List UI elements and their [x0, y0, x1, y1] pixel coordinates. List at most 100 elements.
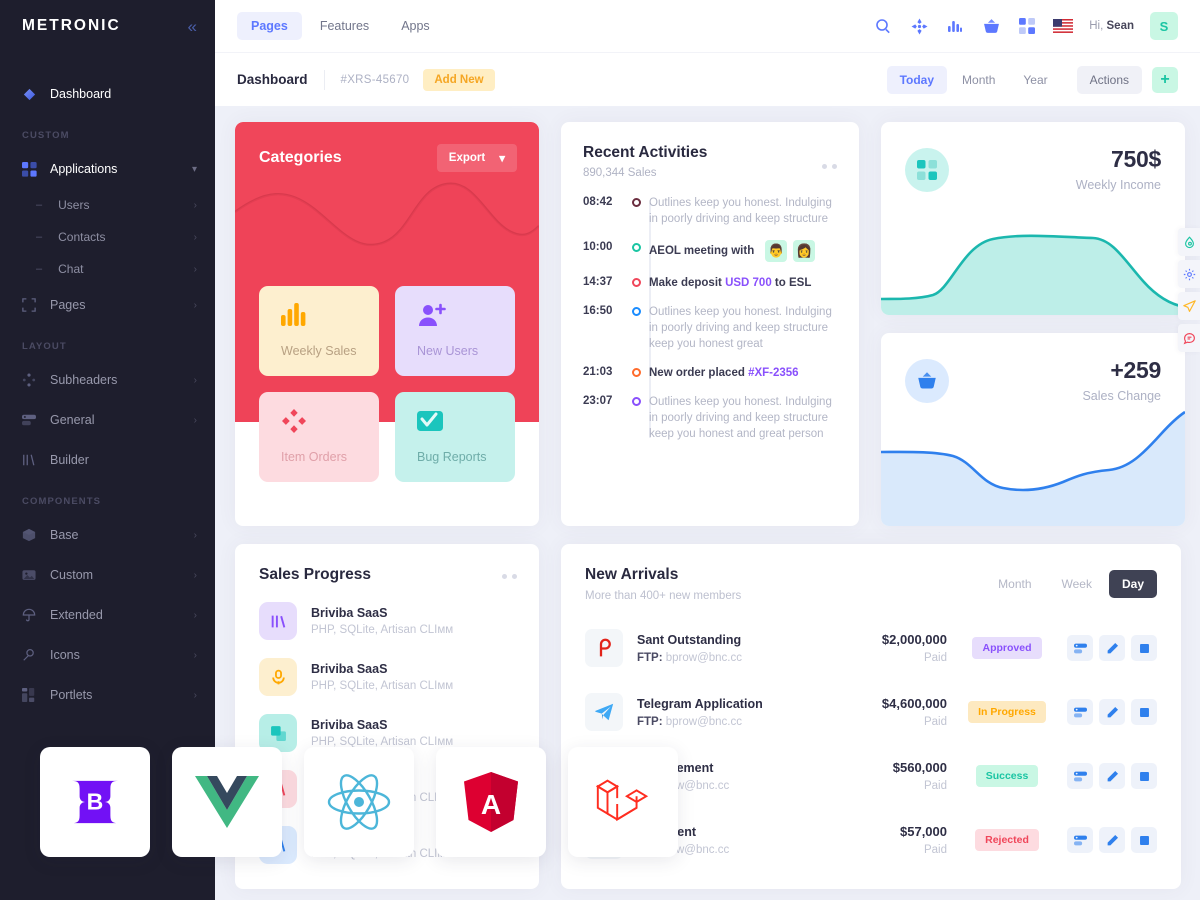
- server-icon: [22, 412, 44, 428]
- edit-icon[interactable]: [1099, 763, 1125, 789]
- tab-month[interactable]: Month: [985, 570, 1044, 598]
- table-cell-actions: [1067, 699, 1157, 725]
- quick-tools-rail: [1178, 228, 1200, 352]
- sidebar-item-applications[interactable]: Applications ▾: [0, 149, 215, 189]
- app-root: METRONIC « Dashboard CUSTOM Applications…: [0, 0, 1200, 900]
- chevron-double-left-icon[interactable]: «: [188, 18, 197, 35]
- sidebar-item-pages[interactable]: Pages ›: [0, 285, 215, 325]
- sidebar-item-icons[interactable]: Icons ›: [0, 635, 215, 675]
- tab-day[interactable]: Day: [1108, 570, 1157, 598]
- list-item[interactable]: Briviba SaaS PHP, SQLite, Artisan CLIмм: [259, 602, 517, 640]
- sidebar-item-contacts[interactable]: – Contacts ›: [0, 221, 215, 253]
- dots-icon[interactable]: [822, 164, 837, 169]
- sidebar-item-label: Icons: [50, 648, 80, 662]
- delete-icon[interactable]: [1131, 763, 1157, 789]
- gear-icon[interactable]: [1178, 260, 1200, 288]
- tab-apps[interactable]: Apps: [387, 12, 444, 40]
- timeline-item: 14:37 Make deposit USD 700 to ESL: [583, 275, 839, 291]
- angular-logo[interactable]: A: [436, 747, 546, 857]
- dash-icon: –: [36, 263, 43, 275]
- tab-week[interactable]: Week: [1049, 570, 1105, 598]
- timeline-bullet: [623, 240, 649, 262]
- row-name: Telegram Application: [637, 696, 763, 711]
- settings-icon[interactable]: [1067, 635, 1093, 661]
- edit-icon[interactable]: [1099, 827, 1125, 853]
- bootstrap-logo[interactable]: B: [40, 747, 150, 857]
- list-item-name: Briviba SaaS: [311, 606, 388, 620]
- timeline-avatars: 👨 👩: [765, 240, 816, 262]
- actions-button[interactable]: Actions: [1076, 65, 1142, 94]
- list-item-text: Briviba SaaS PHP, SQLite, Artisan CLIмм: [297, 718, 453, 748]
- delete-icon[interactable]: [1131, 635, 1157, 661]
- row-email: bprow@bnc.cc: [665, 715, 742, 728]
- range-today-button[interactable]: Today: [886, 65, 948, 94]
- react-logo[interactable]: [304, 747, 414, 857]
- sidebar-item-base[interactable]: Base ›: [0, 515, 215, 555]
- timeline-time: 14:37: [583, 276, 613, 288]
- sidebar-item-custom[interactable]: Custom ›: [0, 555, 215, 595]
- sidebar-item-dashboard[interactable]: Dashboard: [0, 74, 215, 114]
- settings-icon[interactable]: [1067, 827, 1093, 853]
- avatar[interactable]: S: [1150, 12, 1178, 40]
- us-flag-icon[interactable]: [1053, 16, 1074, 36]
- tile-weekly-sales[interactable]: Weekly Sales: [259, 286, 379, 376]
- range-month-button[interactable]: Month: [949, 66, 1008, 94]
- sidebar-item-general[interactable]: General ›: [0, 400, 215, 440]
- search-icon[interactable]: [873, 16, 893, 36]
- settings-icon[interactable]: [1067, 763, 1093, 789]
- ftp-label: FTP:: [637, 651, 663, 664]
- weekly-income-card: 750$ Weekly Income: [881, 122, 1185, 315]
- table-row[interactable]: Telegram Application FTP: bprow@bnc.cc $…: [585, 680, 1157, 744]
- tile-item-orders[interactable]: Item Orders: [259, 392, 379, 482]
- basket-icon[interactable]: [981, 16, 1001, 36]
- range-year-button[interactable]: Year: [1010, 66, 1060, 94]
- timeline-time: 16:50: [583, 305, 613, 317]
- sales-progress-title: Sales Progress: [259, 566, 372, 583]
- categories-title: Categories: [259, 149, 342, 166]
- list-item[interactable]: Briviba SaaS PHP, SQLite, Artisan CLIмм: [259, 658, 517, 696]
- tile-label: Item Orders: [281, 450, 347, 464]
- chevron-right-icon: ›: [193, 231, 197, 243]
- table-row[interactable]: Sant Outstanding FTP: bprow@bnc.cc $2,00…: [585, 616, 1157, 680]
- sidebar-item-portlets[interactable]: Portlets ›: [0, 675, 215, 715]
- tile-label: Bug Reports: [417, 450, 487, 464]
- sidebar-item-users[interactable]: – Users ›: [0, 189, 215, 221]
- delete-icon[interactable]: [1131, 827, 1157, 853]
- list-item-name: Briviba SaaS: [311, 662, 388, 676]
- droplet-icon[interactable]: [1178, 228, 1200, 256]
- sidebar-item-builder[interactable]: Builder: [0, 440, 215, 480]
- sidebar-item-extended[interactable]: Extended ›: [0, 595, 215, 635]
- timeline-bullet: [623, 304, 649, 352]
- tab-pages[interactable]: Pages: [237, 12, 302, 40]
- delete-icon[interactable]: [1131, 699, 1157, 725]
- tab-features[interactable]: Features: [306, 12, 383, 40]
- timeline-bullet: [623, 365, 649, 381]
- grid-icon[interactable]: [1017, 16, 1037, 36]
- export-button[interactable]: Export ▾: [436, 144, 517, 172]
- laravel-logo[interactable]: [568, 747, 678, 857]
- dots-icon[interactable]: [502, 574, 517, 579]
- tile-new-users[interactable]: New Users: [395, 286, 515, 376]
- bar-chart-icon[interactable]: [945, 16, 965, 36]
- settings-icon[interactable]: [1067, 699, 1093, 725]
- add-button[interactable]: +: [1152, 66, 1178, 93]
- topbar: Pages Features Apps Hi, Sean S: [215, 0, 1200, 52]
- weekly-income-label: Weekly Income: [1075, 178, 1161, 192]
- chevron-right-icon: ›: [193, 609, 197, 621]
- sidebar-item-subheaders[interactable]: Subheaders ›: [0, 360, 215, 400]
- edit-icon[interactable]: [1099, 635, 1125, 661]
- send-icon[interactable]: [1178, 292, 1200, 320]
- edit-icon[interactable]: [1099, 699, 1125, 725]
- vue-logo[interactable]: [172, 747, 282, 857]
- chat-icon[interactable]: [1178, 324, 1200, 352]
- timeline-time: 10:00: [583, 241, 613, 253]
- activity-timeline: 08:42 Outlines keep you honest. Indulgin…: [583, 195, 839, 442]
- list-item-desc: PHP, SQLite, Artisan CLIмм: [311, 680, 454, 692]
- sidebar-item-chat[interactable]: – Chat ›: [0, 253, 215, 285]
- new-arrivals-tabs: Month Week Day: [985, 570, 1157, 598]
- share-nodes-icon[interactable]: [909, 16, 929, 36]
- row-ftp: FTP: bprow@bnc.cc: [637, 652, 837, 664]
- tile-bug-reports[interactable]: Bug Reports: [395, 392, 515, 482]
- weekly-income-chart: [881, 234, 1185, 315]
- add-new-button[interactable]: Add New: [423, 68, 495, 91]
